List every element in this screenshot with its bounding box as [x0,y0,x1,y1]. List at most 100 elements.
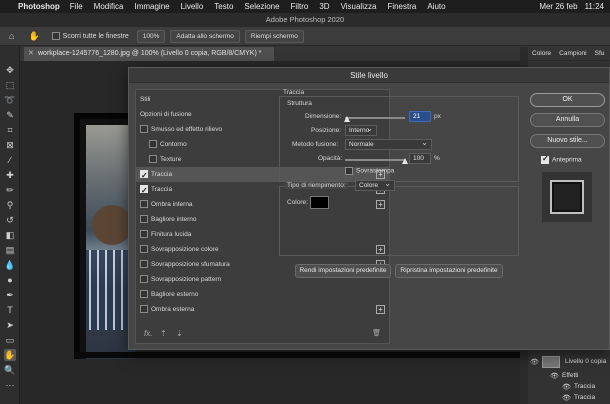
healing-tool-icon[interactable]: ✚ [4,169,16,181]
make-default-button[interactable]: Rendi impostazioni predefinite [295,264,391,278]
style-preview [542,172,592,222]
effect-eye-icon[interactable]: 👁 [562,383,571,391]
style-label: Sovrapposizione sfumatura [151,261,230,268]
style-row[interactable]: Bagliore esterno [136,287,389,302]
style-checkbox[interactable] [149,155,157,163]
close-tab-icon[interactable]: ✕ [28,49,34,57]
style-checkbox[interactable] [140,168,148,183]
new-style-button[interactable]: Nuovo stile... [530,134,605,148]
eyedropper-tool-icon[interactable]: ⁄ [4,154,16,166]
menu-date[interactable]: Mer 26 feb [539,2,577,11]
layer-effect-item[interactable]: 👁 Traccia [528,392,610,404]
ok-button[interactable]: OK [530,93,605,107]
menu-filtro[interactable]: Filtro [291,2,309,11]
scroll-all-option[interactable]: Scorri tutte le finestre [51,32,129,40]
style-checkbox[interactable] [140,125,148,133]
tab-campioni[interactable]: Campioni [559,50,586,57]
blur-tool-icon[interactable]: 💧 [4,259,16,271]
type-tool-icon[interactable]: T [4,304,16,316]
menu-extras: Mer 26 feb 11:24 [539,0,604,13]
style-checkbox[interactable] [140,200,148,208]
style-checkbox[interactable] [140,260,148,268]
style-checkbox[interactable] [140,183,148,198]
menu-visualizza[interactable]: Visualizza [341,2,377,11]
menu-modifica[interactable]: Modifica [94,2,124,11]
eraser-tool-icon[interactable]: ◧ [4,229,16,241]
overprint-checkbox[interactable] [345,167,353,175]
stroke-section-title: Traccia [283,89,305,96]
position-select[interactable]: Interno [345,124,377,136]
style-row[interactable]: Ombra esterna + [136,302,389,317]
dodge-tool-icon[interactable]: ● [4,274,16,286]
layer-name[interactable]: Livello 0 copia [565,358,606,365]
hand-tool-icon[interactable]: ✋ [4,349,16,361]
frame-tool-icon[interactable]: ⊠ [4,139,16,151]
tab-sfumature[interactable]: Sfu [595,50,605,57]
history-brush-icon[interactable]: ↺ [4,214,16,226]
stroke-color-swatch[interactable] [310,196,329,209]
visibility-eye-icon[interactable]: 👁 [530,358,539,366]
size-slider[interactable] [345,117,405,119]
tab-colore[interactable]: Colore [532,50,551,57]
effect-eye-icon[interactable]: 👁 [562,394,571,402]
fill-type-select[interactable]: Colore [355,179,395,191]
fit-screen-button[interactable]: Adatta allo schermo [170,29,240,43]
reset-default-button[interactable]: Ripristina impostazioni predefinite [395,264,503,278]
pen-tool-icon[interactable]: ✒ [4,289,16,301]
menu-selezione[interactable]: Selezione [244,2,279,11]
style-checkbox[interactable] [149,140,157,148]
move-up-icon[interactable]: ⇡ [160,329,167,338]
style-checkbox[interactable] [140,245,148,253]
menu-immagine[interactable]: Immagine [134,2,169,11]
document-image [74,113,142,359]
zoom-100-button[interactable]: 100% [136,29,166,43]
preview-checkbox[interactable] [541,154,549,164]
menu-aiuto[interactable]: Aiuto [427,2,445,11]
menu-finestra[interactable]: Finestra [387,2,416,11]
hand-tool-icon[interactable]: ✋ [28,31,39,42]
layer-row[interactable]: 👁 Livello 0 copia [528,355,610,369]
fill-screen-button[interactable]: Riempi schermo [244,29,304,43]
stamp-tool-icon[interactable]: ⚲ [4,199,16,211]
blend-mode-select[interactable]: Normale [345,138,432,150]
gradient-tool-icon[interactable]: ▤ [4,244,16,256]
document-tab[interactable]: ✕ workplace-1245776_1280.jpg @ 100% (Liv… [24,47,274,61]
menu-3d[interactable]: 3D [319,2,329,11]
menu-file[interactable]: File [70,2,83,11]
fx-icon[interactable]: fx. [144,329,152,338]
move-tool-icon[interactable]: ✥ [4,64,16,76]
home-icon[interactable]: ⌂ [9,31,14,41]
style-checkbox[interactable] [140,230,148,238]
style-checkbox[interactable] [140,290,148,298]
more-tools-icon[interactable]: ⋯ [4,379,16,391]
blend-mode-label: Metodo fusione: [292,141,339,148]
size-slider-thumb[interactable] [344,116,351,122]
marquee-tool-icon[interactable]: ⬚ [4,79,16,91]
cancel-button[interactable]: Annulla [530,113,605,127]
menu-livello[interactable]: Livello [181,2,204,11]
scroll-all-checkbox[interactable] [51,32,60,40]
menu-testo[interactable]: Testo [214,2,233,11]
size-field[interactable]: 21 [409,111,431,122]
zoom-tool-icon[interactable]: 🔍 [4,364,16,376]
brush-tool-icon[interactable]: ✏ [4,184,16,196]
opacity-slider-thumb[interactable] [402,158,408,164]
rectangle-tool-icon[interactable]: ▭ [4,334,16,346]
lasso-tool-icon[interactable]: ➰ [4,94,16,106]
effects-eye-icon[interactable]: 👁 [550,372,559,380]
path-select-tool-icon[interactable]: ➤ [4,319,16,331]
style-checkbox[interactable] [140,305,148,313]
style-checkbox[interactable] [140,275,148,283]
overprint-option[interactable]: Sovrastampa [345,167,394,175]
app-menu[interactable]: Photoshop [18,2,60,11]
quick-select-tool-icon[interactable]: ✎ [4,109,16,121]
add-style-icon[interactable]: + [376,305,385,314]
opacity-field[interactable]: 100 [409,153,431,164]
opacity-slider[interactable] [345,159,405,161]
menu-time[interactable]: 11:24 [585,2,604,11]
preview-option[interactable]: Anteprima [541,154,582,164]
move-down-icon[interactable]: ⇣ [176,329,183,338]
crop-tool-icon[interactable]: ⌗ [4,124,16,136]
style-checkbox[interactable] [140,215,148,223]
trash-icon[interactable]: 🗑 [372,329,381,337]
